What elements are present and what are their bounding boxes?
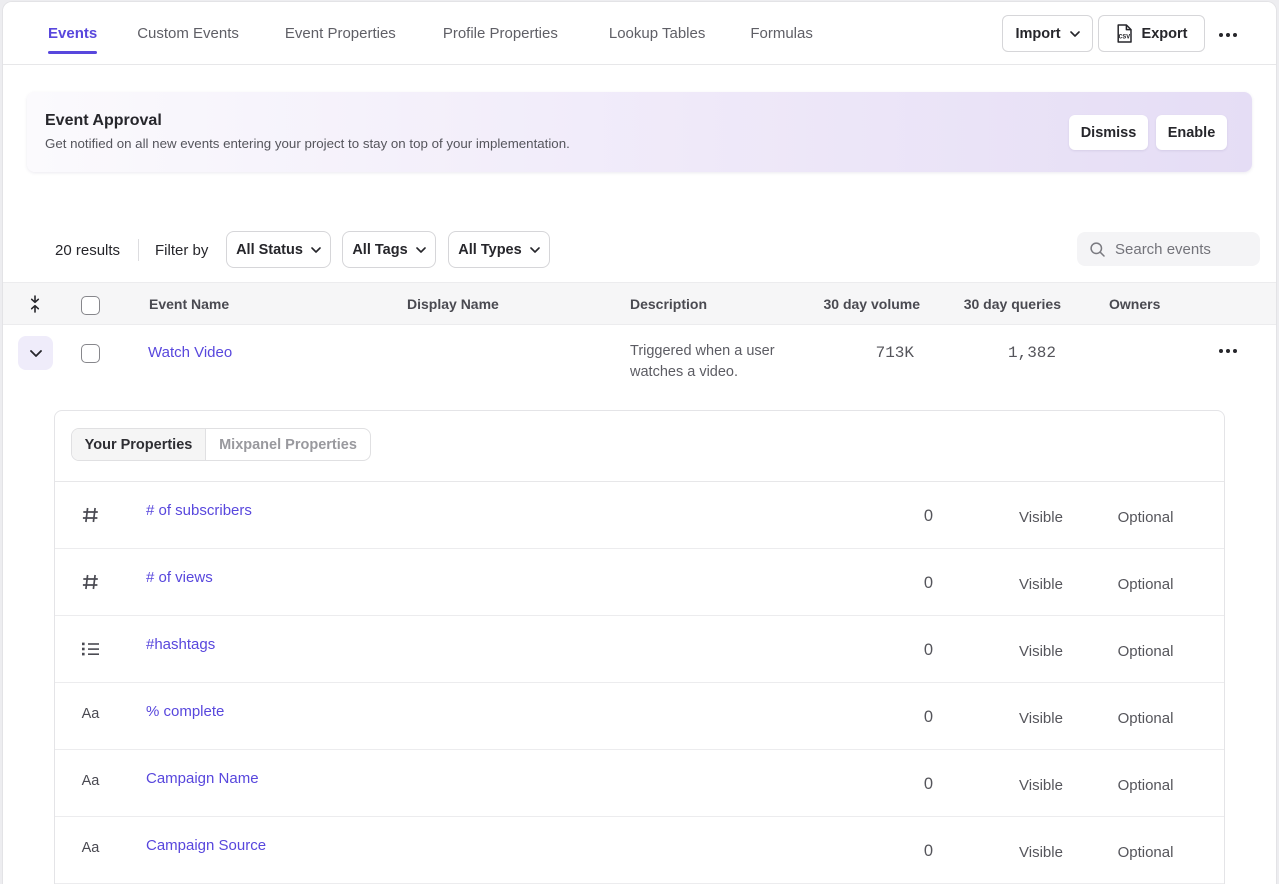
- svg-text:CSV: CSV: [1118, 34, 1130, 41]
